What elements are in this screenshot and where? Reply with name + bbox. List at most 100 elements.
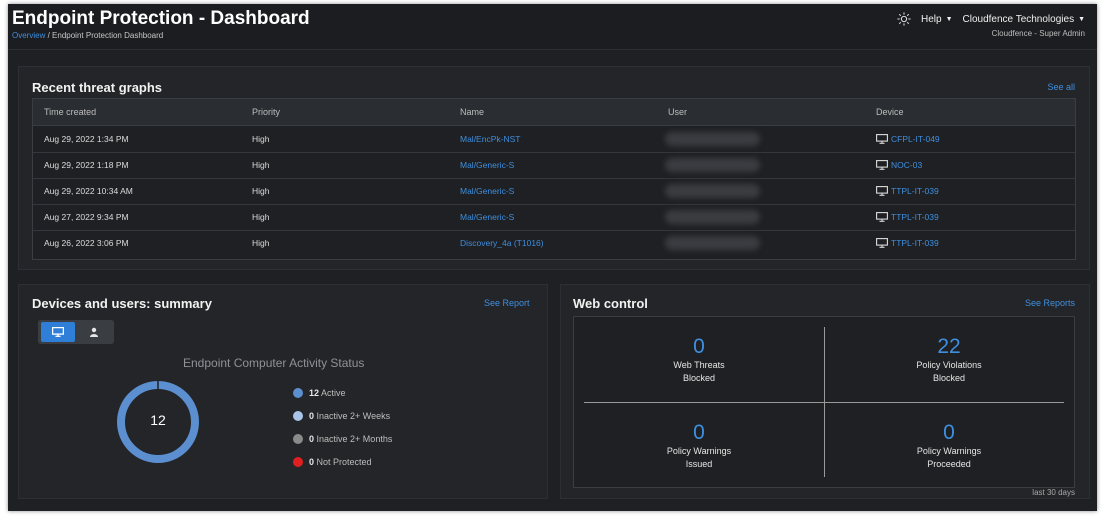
monitor-icon: [876, 186, 888, 196]
table-header: Time created Priority Name User Device: [33, 99, 1075, 126]
stat-label-line2: Issued: [685, 459, 713, 469]
cell-threat-name-link[interactable]: Mal/Generic-S: [460, 160, 514, 170]
cell-priority: High: [252, 160, 270, 170]
legend-count: 0: [309, 411, 315, 421]
legend-label: Inactive 2+ Weeks: [316, 411, 391, 421]
stat-label-line2: Blocked: [932, 373, 966, 383]
redacted-user: [665, 184, 760, 198]
see-report-link[interactable]: See Report: [484, 298, 530, 308]
see-all-link[interactable]: See all: [1047, 82, 1075, 92]
monitor-icon: [876, 212, 888, 222]
device-label: NOC-03: [891, 160, 923, 170]
redacted-user: [665, 132, 760, 146]
chevron-down-icon: ▼: [1078, 15, 1085, 23]
cell-threat-name-link[interactable]: Mal/Generic-S: [460, 186, 514, 196]
table-row[interactable]: Aug 29, 2022 1:34 PM High Mal/EncPk-NST …: [33, 126, 1075, 153]
table-row[interactable]: Aug 26, 2022 3:06 PM High Discovery_4a (…: [33, 230, 1075, 256]
legend-label: Inactive 2+ Months: [316, 434, 393, 444]
cell-time: Aug 26, 2022 3:06 PM: [44, 238, 129, 248]
monitor-icon: [876, 160, 888, 170]
legend-item: 0 Not Protected: [293, 457, 372, 467]
legend-dot-active: [293, 388, 303, 398]
breadcrumb-overview-link[interactable]: Overview: [12, 31, 45, 40]
stat-label-line2: Proceeded: [927, 459, 971, 469]
breadcrumb: Overview / Endpoint Protection Dashboard: [12, 31, 163, 40]
period-footnote: last 30 days: [1032, 488, 1075, 497]
table-row[interactable]: Aug 27, 2022 9:34 PM High Mal/Generic-S …: [33, 204, 1075, 231]
stat-value: 22: [937, 335, 961, 358]
users-view-button[interactable]: [77, 322, 111, 342]
legend-item: 0 Inactive 2+ Weeks: [293, 411, 390, 421]
cell-device-link[interactable]: TTPL-IT-039: [876, 212, 939, 222]
device-label: TTPL-IT-039: [891, 212, 939, 222]
devices-summary-title: Devices and users: summary: [32, 296, 212, 311]
user-role-label: Cloudfence - Super Admin: [991, 29, 1085, 38]
devices-view-button[interactable]: [41, 322, 75, 342]
chevron-down-icon: ▼: [945, 15, 953, 23]
donut-total: 12: [150, 412, 166, 428]
device-label: CFPL-IT-049: [891, 134, 940, 144]
cell-threat-name-link[interactable]: Mal/Generic-S: [460, 212, 514, 222]
stat-label-line1: Web Threats: [673, 360, 725, 370]
cell-device-link[interactable]: TTPL-IT-039: [876, 186, 939, 196]
column-header-time[interactable]: Time created: [44, 107, 96, 117]
cell-priority: High: [252, 212, 270, 222]
help-menu[interactable]: Help ▼: [921, 14, 953, 25]
breadcrumb-separator: /: [47, 31, 50, 40]
legend-count: 0: [309, 434, 315, 444]
legend-dot-inactive-months: [293, 434, 303, 444]
breadcrumb-current: Endpoint Protection Dashboard: [52, 31, 164, 40]
stat-policy-warnings-issued[interactable]: 0 Policy Warnings Issued: [574, 421, 824, 471]
legend-label: Not Protected: [316, 457, 372, 467]
sun-icon: [897, 12, 911, 26]
header-actions: Help ▼ Cloudfence Technologies ▼: [897, 12, 1085, 26]
legend-dot-not-protected: [293, 457, 303, 467]
column-header-device[interactable]: Device: [876, 107, 904, 117]
cell-time: Aug 29, 2022 10:34 AM: [44, 186, 133, 196]
web-control-stats: 0 Web Threats Blocked 22 Policy Violatio…: [573, 316, 1075, 488]
column-header-user[interactable]: User: [668, 107, 687, 117]
cell-device-link[interactable]: NOC-03: [876, 160, 922, 170]
cell-time: Aug 29, 2022 1:18 PM: [44, 160, 129, 170]
cell-threat-name-link[interactable]: Discovery_4a (T1016): [460, 238, 544, 248]
device-label: TTPL-IT-039: [891, 186, 939, 196]
stat-label-line1: Policy Warnings: [916, 446, 982, 456]
help-label: Help: [920, 13, 942, 25]
stat-label-line1: Policy Warnings: [666, 446, 732, 456]
redacted-user: [665, 210, 760, 224]
page-title: Endpoint Protection - Dashboard: [12, 8, 310, 29]
cell-device-link[interactable]: CFPL-IT-049: [876, 134, 940, 144]
theme-toggle[interactable]: [897, 12, 911, 26]
cell-time: Aug 27, 2022 9:34 PM: [44, 212, 129, 222]
monitor-icon: [876, 134, 888, 144]
device-user-toggle: [38, 320, 114, 344]
divider-horizontal: [584, 402, 1064, 403]
legend-item: 0 Inactive 2+ Months: [293, 434, 392, 444]
stat-web-threats-blocked[interactable]: 0 Web Threats Blocked: [574, 335, 824, 385]
cell-threat-name-link[interactable]: Mal/EncPk-NST: [460, 134, 520, 144]
stat-policy-warnings-proceeded[interactable]: 0 Policy Warnings Proceeded: [824, 421, 1074, 471]
table-row[interactable]: Aug 29, 2022 1:18 PM High Mal/Generic-S …: [33, 152, 1075, 179]
stat-value: 0: [693, 335, 705, 358]
device-label: TTPL-IT-039: [891, 238, 939, 248]
activity-status-title: Endpoint Computer Activity Status: [183, 356, 365, 370]
column-header-name[interactable]: Name: [460, 107, 484, 117]
monitor-icon: [876, 238, 888, 248]
table-row[interactable]: Aug 29, 2022 10:34 AM High Mal/Generic-S…: [33, 178, 1075, 205]
web-control-title: Web control: [573, 296, 648, 311]
cell-device-link[interactable]: TTPL-IT-039: [876, 238, 939, 248]
redacted-user: [665, 236, 760, 250]
organization-menu[interactable]: Cloudfence Technologies ▼: [963, 14, 1086, 25]
stat-label-line2: Blocked: [682, 373, 716, 383]
page-header: Endpoint Protection - Dashboard Overview…: [8, 4, 1097, 50]
see-reports-link[interactable]: See Reports: [1025, 298, 1075, 308]
user-icon: [90, 327, 98, 337]
legend-count: 0: [309, 457, 315, 467]
threats-table: Time created Priority Name User Device A…: [32, 98, 1076, 260]
column-header-priority[interactable]: Priority: [252, 107, 280, 117]
cell-priority: High: [252, 186, 270, 196]
redacted-user: [665, 158, 760, 172]
recent-threats-title: Recent threat graphs: [32, 80, 163, 95]
cell-time: Aug 29, 2022 1:34 PM: [44, 134, 129, 144]
stat-policy-violations-blocked[interactable]: 22 Policy Violations Blocked: [824, 335, 1074, 385]
